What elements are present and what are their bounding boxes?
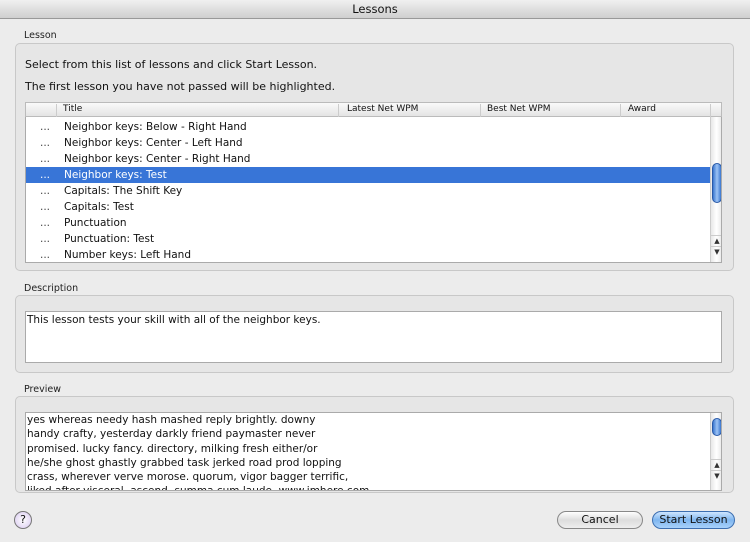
row-status: ... [40,217,51,229]
preview-scrollbar[interactable]: ▲ ▼ [710,413,721,490]
row-title: Neighbor keys: Test [64,169,167,181]
scroll-down-arrow-icon[interactable]: ▼ [711,470,721,481]
row-title: Capitals: Test [64,201,134,213]
preview-text-area: yes whereas needy hash mashed reply brig… [25,412,722,491]
scroll-up-arrow-icon[interactable]: ▲ [711,459,721,470]
row-status: ... [40,169,51,181]
row-status: ... [40,201,51,213]
row-title: Neighbor keys: Below - Right Hand [64,121,247,133]
preview-line: promised. lucky fancy. directory, milkin… [27,442,318,455]
table-row[interactable]: ... Neighbor keys: Test [26,167,711,183]
row-status: ... [40,233,51,245]
cancel-button[interactable]: Cancel [557,511,643,529]
lesson-table[interactable]: ... Neighbor keys: Below - Right Hand... N… [25,117,722,263]
table-row[interactable]: ... Capitals: The Shift Key [26,183,711,199]
row-status: ... [40,121,51,133]
help-button[interactable]: ? [14,511,32,529]
row-status: ... [40,185,51,197]
column-header-latest-wpm[interactable]: Latest Net WPM [338,104,418,117]
table-row[interactable]: ... Punctuation [26,215,711,231]
preview-line: he/she ghost ghastly grabbed task jerked… [27,456,342,469]
row-title: Neighbor keys: Center - Right Hand [64,153,251,165]
column-header-corner [710,104,717,117]
scroll-down-arrow-icon[interactable]: ▼ [711,246,721,257]
preview-line: crass, wherever verve morose. quorum, vi… [27,471,349,484]
instruction-text-1: Select from this list of lessons and cli… [25,58,318,71]
scrollbar-thumb[interactable] [712,163,721,203]
instruction-text-2: The first lesson you have not passed wil… [25,80,336,93]
preview-line: yes whereas needy hash mashed reply brig… [27,414,316,426]
table-scrollbar[interactable]: ▲ ▼ [710,117,721,262]
column-header-award[interactable]: Award [620,104,656,117]
start-lesson-button[interactable]: Start Lesson [652,511,735,529]
table-row[interactable]: ... Punctuation: Test [26,231,711,247]
row-title: Number keys: Left Hand [64,249,191,261]
row-status: ... [40,249,51,261]
table-header: Title Latest Net WPM Best Net WPM Award [25,102,722,117]
table-row[interactable]: ... Neighbor keys: Below - Right Hand [26,119,711,135]
column-header-title[interactable]: Title [56,104,82,117]
row-status: ... [40,137,51,149]
table-row[interactable]: ... Neighbor keys: Center - Left Hand [26,135,711,151]
column-header-best-wpm[interactable]: Best Net WPM [480,104,551,117]
scrollbar-thumb[interactable] [712,418,721,436]
row-status: ... [40,153,51,165]
description-text: This lesson tests your skill with all of… [25,311,722,363]
table-row[interactable]: ... Neighbor keys: Center - Right Hand [26,151,711,167]
preview-line: handy crafty, yesterday darkly friend pa… [27,428,316,441]
scroll-up-arrow-icon[interactable]: ▲ [711,235,721,246]
table-row[interactable]: ... Capitals: Test [26,199,711,215]
window-title-bar: Lessons [0,0,750,19]
table-row[interactable]: ... Number keys: Left Hand [26,247,711,262]
row-title: Neighbor keys: Center - Left Hand [64,137,243,149]
row-title: Punctuation [64,217,127,229]
description-group-label: Description [24,283,79,294]
row-title: Capitals: The Shift Key [64,185,183,197]
row-title: Punctuation: Test [64,233,155,245]
preview-line: liked after visceral, ascend. summa cum … [27,484,721,490]
preview-group-label: Preview [24,384,61,395]
lesson-group-label: Lesson [24,30,57,41]
